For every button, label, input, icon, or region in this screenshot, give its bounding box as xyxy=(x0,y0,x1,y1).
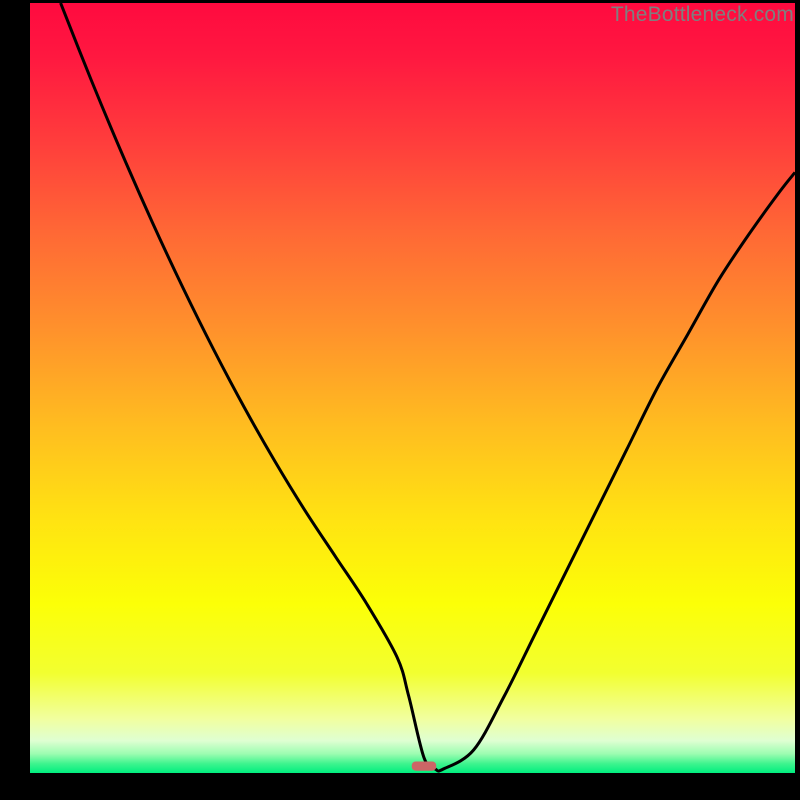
bottleneck-chart xyxy=(30,3,795,773)
chart-container: TheBottleneck.com xyxy=(0,0,800,800)
plot-background xyxy=(30,3,795,773)
selected-marker xyxy=(412,761,436,770)
